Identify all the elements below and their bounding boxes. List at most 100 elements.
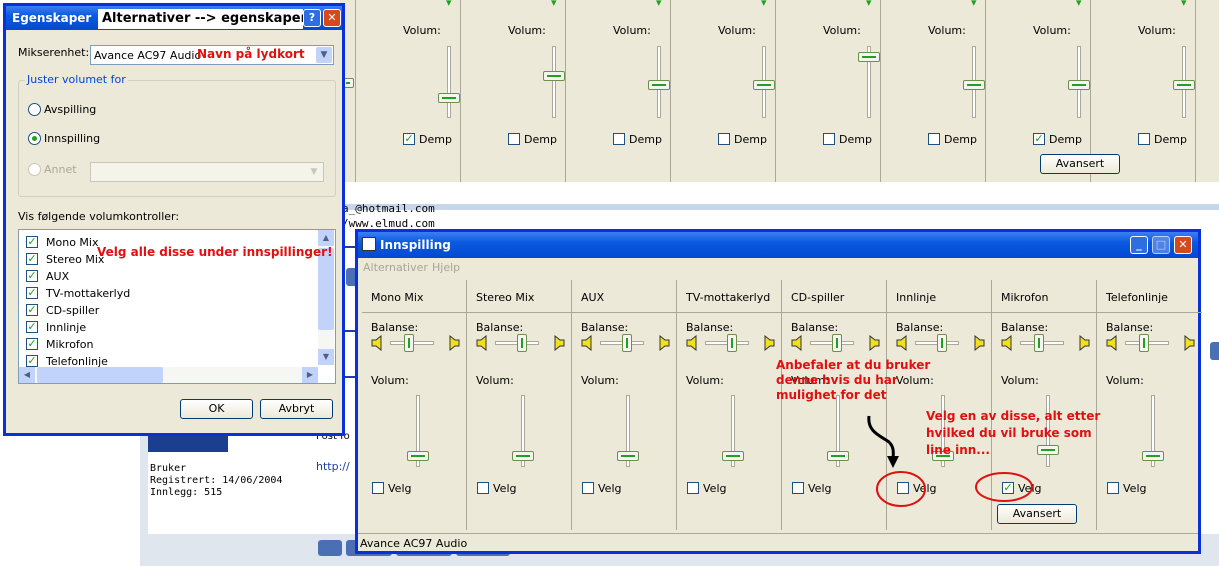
top-volume-slider[interactable] [753,80,775,91]
minimize-button[interactable]: _ [1130,236,1148,254]
select-label: Velg [598,482,622,495]
radio-avspilling[interactable] [28,103,41,116]
control-label: TV-mottakerlyd [46,287,131,300]
balance-slider[interactable] [727,334,737,352]
scroll-left-icon[interactable]: ◀ [19,367,35,383]
properties-dialog: Egenskaper Alternativer --> egenskaper ?… [3,3,345,436]
top-volume-slider[interactable] [1068,80,1090,91]
top-mute-label: Demp [1049,133,1082,146]
scroll-up-icon[interactable]: ▲ [318,230,334,246]
balance-slider[interactable] [404,334,414,352]
select-label: Velg [493,482,517,495]
channel-name: Telefonlinje [1106,291,1168,304]
scroll-right-icon[interactable]: ▶ [302,367,318,383]
balance-slider[interactable] [832,334,842,352]
select-checkbox[interactable] [792,482,804,494]
channel-divider [1097,312,1202,313]
volume-slider[interactable] [407,450,429,461]
control-checkbox[interactable]: ✓ [26,355,38,367]
close-button[interactable]: ✕ [1174,236,1192,254]
control-checkbox[interactable]: ✓ [26,304,38,316]
control-checkbox[interactable]: ✓ [26,321,38,333]
properties-title: Egenskaper [12,11,92,25]
top-mute-checkbox[interactable] [928,133,940,145]
scroll-hthumb[interactable] [37,367,163,383]
list-item[interactable]: ✓ Mikrofon [19,337,314,353]
scroll-down-icon[interactable]: ▼ [318,349,334,365]
close-button[interactable]: ✕ [323,9,341,27]
speaker-left-icon [476,335,487,351]
control-checkbox[interactable]: ✓ [26,287,38,299]
menu-alternatives[interactable]: Alternativer [363,261,428,274]
top-mute-label: Demp [419,133,452,146]
top-mute-checkbox[interactable] [613,133,625,145]
menu-help[interactable]: Hjelp [432,261,460,274]
speaker-right-icon [764,335,775,351]
minimize-icon: _ [1136,238,1142,251]
top-mute-checkbox[interactable]: ✓ [1033,133,1045,145]
advanced-button[interactable]: Avansert [997,504,1077,524]
balance-slider[interactable] [1034,334,1044,352]
balance-label: Balanse: [476,321,524,334]
volume-slider[interactable] [827,450,849,461]
select-checkbox[interactable] [372,482,384,494]
volume-slider[interactable] [512,450,534,461]
top-mute-checkbox[interactable] [508,133,520,145]
list-item[interactable]: ✓ TV-mottakerlyd [19,286,314,302]
balance-slider[interactable] [517,334,527,352]
top-volume-slider[interactable] [858,52,880,63]
volume-slider[interactable] [722,450,744,461]
top-mute-checkbox[interactable] [823,133,835,145]
top-knob-icon: ▾ [656,0,662,9]
top-volume-label: Volum: [613,24,651,37]
help-button[interactable]: ? [303,9,321,27]
list-item[interactable]: ✓ AUX [19,269,314,285]
control-checkbox[interactable]: ✓ [26,236,38,248]
maximize-button[interactable]: □ [1152,236,1170,254]
top-volume-slider[interactable] [1173,80,1195,91]
channel-name: Mono Mix [371,291,424,304]
ok-button[interactable]: OK [180,399,253,419]
mixer-device-select[interactable]: Avance AC97 Audio Navn på lydkort ▼ [90,45,334,65]
select-checkbox[interactable] [1107,482,1119,494]
radio-label: Avspilling [44,103,97,116]
list-horizontal-scrollbar[interactable]: ◀ ▶ [19,367,318,383]
select-checkbox[interactable] [582,482,594,494]
top-knob-icon: ▾ [551,0,557,9]
annotation-recommend: Anbefaler at du bruker denne hvis du har… [776,358,931,402]
controls-label: Vis følgende volumkontroller: [18,210,180,223]
top-mute-checkbox[interactable] [718,133,730,145]
balance-slider[interactable] [937,334,947,352]
top-mute-checkbox[interactable] [1138,133,1150,145]
channel-divider [362,312,467,313]
top-volume-slider[interactable] [543,70,565,81]
top-mute-checkbox[interactable]: ✓ [403,133,415,145]
select-checkbox[interactable] [687,482,699,494]
volume-slider[interactable] [617,450,639,461]
radio-innspilling[interactable] [28,132,41,145]
top-volume-slider[interactable] [963,80,985,91]
select-checkbox[interactable] [477,482,489,494]
speaker-right-icon [659,335,670,351]
circle-mikrofon-select [975,472,1033,502]
control-checkbox[interactable]: ✓ [26,338,38,350]
recording-titlebar: Innspilling _ □ ✕ [358,232,1198,258]
list-item[interactable]: ✓ CD-spiller [19,303,314,319]
chevron-down-icon[interactable]: ▼ [316,47,332,63]
recording-title: Innspilling [380,238,451,252]
top-volume-slider[interactable] [648,80,670,91]
scroll-thumb[interactable] [318,248,334,330]
forum-profile-button[interactable] [318,540,342,556]
cancel-button[interactable]: Avbryt [260,399,333,419]
forum-side-button[interactable] [1210,342,1219,360]
control-label: Mikrofon [46,338,94,351]
control-checkbox[interactable]: ✓ [26,253,38,265]
top-volume-slider[interactable] [438,92,460,103]
control-checkbox[interactable]: ✓ [26,270,38,282]
status-bar: Avance AC97 Audio [358,533,1198,552]
balance-slider[interactable] [1139,334,1149,352]
balance-slider[interactable] [622,334,632,352]
volume-slider[interactable] [1142,450,1164,461]
speaker-left-icon [896,335,907,351]
list-item[interactable]: ✓ Innlinje [19,320,314,336]
